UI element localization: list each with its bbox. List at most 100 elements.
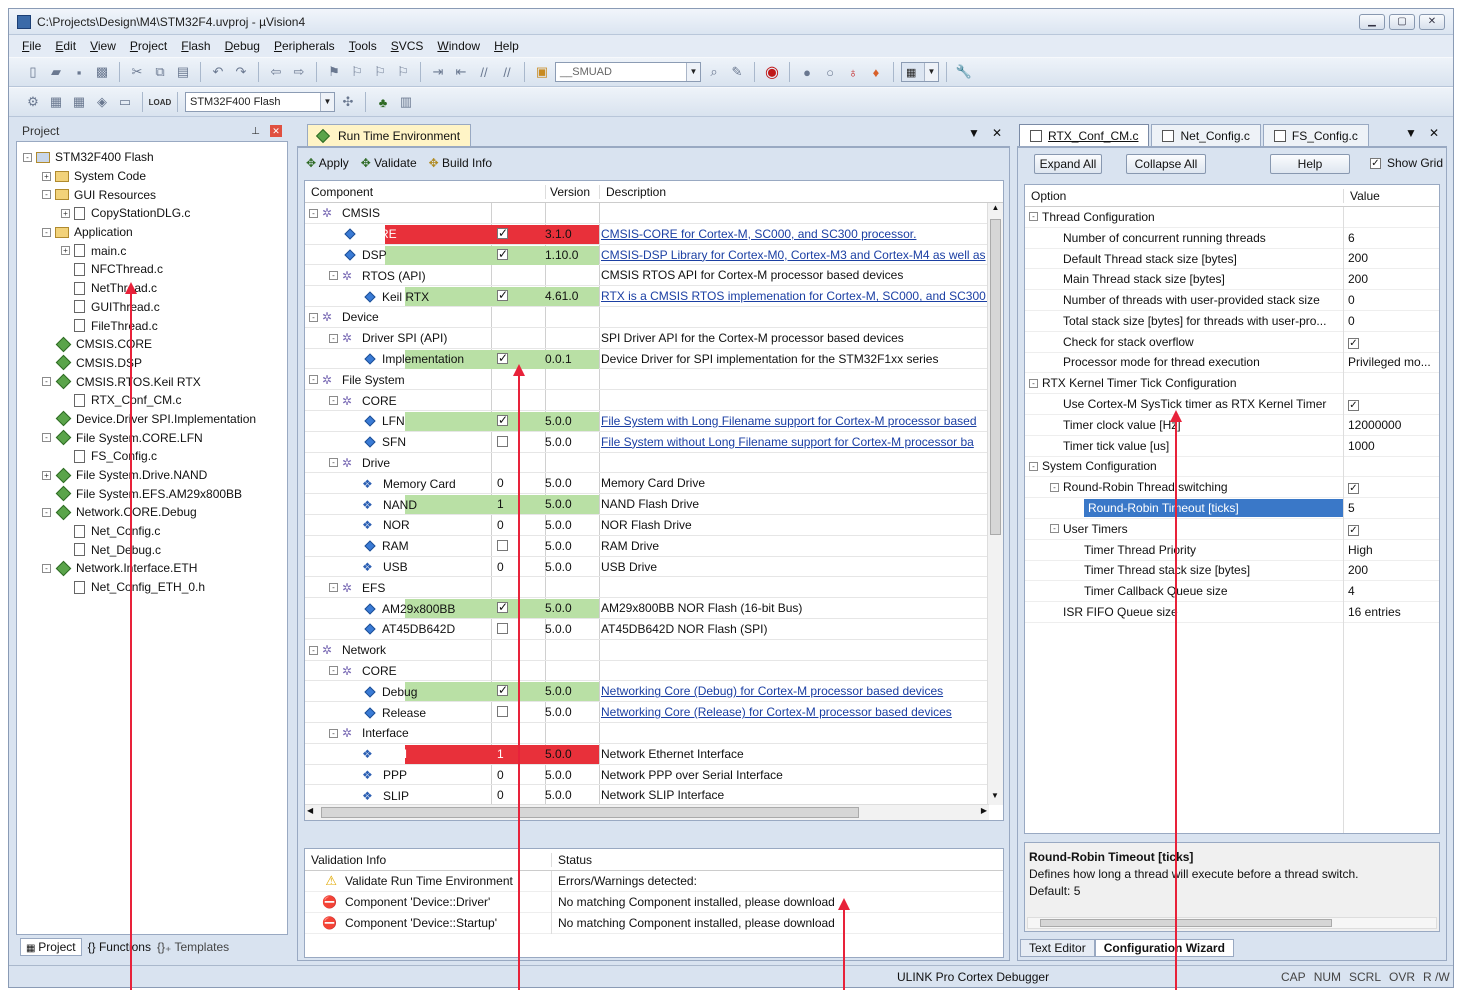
collapse-icon[interactable]: - (329, 271, 338, 281)
chevron-down-icon[interactable]: ▼ (1405, 126, 1417, 140)
rte-component-row[interactable]: Implementation (349, 349, 464, 370)
config-option-row[interactable]: Processor mode for thread execution Privi… (1025, 353, 1439, 374)
col-option[interactable]: Option (1025, 189, 1343, 203)
collapse-icon[interactable]: - (329, 458, 338, 468)
config-option-checkbox[interactable]: ✓ (1348, 483, 1359, 495)
collapse-icon[interactable]: - (309, 312, 318, 322)
scroll-hthumb[interactable] (1040, 919, 1332, 927)
project-tree-item[interactable]: NetThread.c (23, 279, 287, 298)
cut-icon[interactable]: ✂ (127, 62, 147, 82)
project-tree-item[interactable]: Net_Debug.c (23, 540, 287, 559)
col-validation-info[interactable]: Validation Info (305, 853, 551, 867)
rte-component-row[interactable]: - ✲ CORE (329, 661, 397, 682)
breakpoint-kill-all-icon[interactable]: ♦ (866, 62, 886, 82)
config-option-value[interactable]: 16 entries (1343, 605, 1439, 619)
collapse-icon[interactable]: - (329, 396, 338, 406)
close-icon[interactable]: ✕ (270, 125, 282, 137)
config-option-row[interactable]: Default Thread stack size [bytes] 200 (1025, 249, 1439, 270)
config-option-checkbox[interactable]: ✓ (1348, 337, 1359, 349)
config-option-value[interactable]: 5 (1343, 501, 1439, 515)
collapse-icon[interactable]: - (1050, 482, 1059, 492)
rte-component-row[interactable]: - ✲ EFS (329, 577, 385, 598)
target-select[interactable]: STM32F400 Flash ▼ (185, 92, 335, 112)
rte-component-row[interactable]: SFN (349, 432, 406, 453)
project-tree-item[interactable]: + File System.Drive.NAND (23, 466, 287, 485)
rte-component-row[interactable]: ❖ Memory Card (349, 473, 456, 494)
collapse-icon[interactable]: - (42, 377, 51, 387)
config-option-row[interactable]: Timer clock value [Hz] 12000000 (1025, 415, 1439, 436)
new-file-icon[interactable]: ▯ (23, 62, 43, 82)
show-grid-toggle[interactable]: ✓ Show Grid (1370, 156, 1443, 170)
menu-debug[interactable]: Debug (218, 39, 267, 53)
component-doc-link[interactable]: Networking Core (Release) for Cortex-M p… (601, 705, 987, 719)
rte-hscroll[interactable]: ◀ ▶ (305, 804, 989, 820)
config-option-row[interactable]: ISR FIFO Queue size 16 entries (1025, 602, 1439, 623)
config-option-row[interactable]: Check for stack overflow ✓ (1025, 332, 1439, 353)
component-doc-link[interactable]: File System without Long Filename suppor… (601, 435, 987, 449)
rte-component-row[interactable]: AM29x800BB (349, 598, 455, 619)
incremental-find-icon[interactable]: ✎ (727, 62, 747, 82)
rte-component-row[interactable]: - ✲ Driver SPI (API) (329, 328, 447, 349)
batch-build-icon[interactable]: ◈ (92, 92, 112, 112)
config-option-row[interactable]: - User Timers ✓ (1025, 519, 1439, 540)
chevron-down-icon[interactable]: ▼ (686, 63, 700, 81)
save-all-icon[interactable]: ▩ (92, 62, 112, 82)
translate-icon[interactable]: ⚙ (23, 92, 43, 112)
bookmark-prev-icon[interactable]: ⚐ (347, 62, 367, 82)
tab-text-editor[interactable]: Text Editor (1020, 939, 1095, 957)
config-option-value[interactable]: 200 (1343, 563, 1439, 577)
undo-icon[interactable]: ↶ (208, 62, 228, 82)
rte-component-row[interactable]: DSP (329, 245, 387, 266)
menu-edit[interactable]: Edit (48, 39, 83, 53)
config-option-row[interactable]: Total stack size [bytes] for threads wit… (1025, 311, 1439, 332)
scroll-thumb[interactable] (990, 219, 1001, 535)
rte-component-row[interactable]: ❖ ETH (349, 744, 407, 765)
menu-peripherals[interactable]: Peripherals (267, 39, 342, 53)
apply-button[interactable]: ✥ Apply (306, 156, 349, 170)
instance-count-field[interactable]: 0 (497, 788, 504, 802)
collapse-icon[interactable]: - (1029, 378, 1038, 388)
menu-flash[interactable]: Flash (174, 39, 217, 53)
scroll-right-icon[interactable]: ▶ (981, 806, 987, 815)
open-folder-icon[interactable]: ▰ (46, 62, 66, 82)
build-info-button[interactable]: ✥ Build Info (429, 156, 492, 170)
scroll-up-icon[interactable]: ▲ (988, 203, 1003, 217)
minimize-button[interactable]: ▁ (1359, 13, 1385, 30)
config-option-value[interactable]: 200 (1343, 251, 1439, 265)
project-tree-item[interactable]: - File System.CORE.LFN (23, 428, 287, 447)
expand-icon[interactable]: + (61, 208, 70, 218)
nav-back-icon[interactable]: ⇦ (266, 62, 286, 82)
config-option-row[interactable]: Timer Callback Queue size 4 (1025, 581, 1439, 603)
collapse-icon[interactable]: - (23, 152, 32, 162)
tab-net-config[interactable]: Net_Config.c (1151, 124, 1261, 146)
project-tree-item[interactable]: CMSIS.CORE (23, 335, 287, 354)
config-option-row[interactable]: - System Configuration (1025, 457, 1439, 478)
download-icon[interactable]: LOAD (149, 92, 172, 112)
config-option-row[interactable]: - Thread Configuration (1025, 207, 1439, 228)
rte-component-row[interactable]: - ✲ File System (309, 369, 405, 390)
component-select-checkbox[interactable]: ✓ (497, 414, 508, 426)
component-select-checkbox[interactable]: ✓ (497, 248, 508, 260)
config-option-row[interactable]: Timer Thread stack size [bytes] 200 (1025, 561, 1439, 582)
validation-row[interactable]: ⛔ Component 'Device::Startup' No matching … (305, 912, 1003, 934)
tab-functions[interactable]: {} Functions (88, 940, 151, 954)
tab-rtx-conf[interactable]: RTX_Conf_CM.c (1019, 124, 1150, 146)
chevron-down-icon[interactable]: ▼ (320, 93, 334, 111)
stop-build-icon[interactable]: ▭ (115, 92, 135, 112)
menu-project[interactable]: Project (123, 39, 174, 53)
instance-count-field[interactable]: 0 (497, 476, 504, 490)
rte-component-row[interactable]: RAM (349, 536, 409, 557)
config-option-row[interactable]: Number of concurrent running threads 6 (1025, 228, 1439, 249)
rte-component-row[interactable]: ❖ NOR (349, 515, 410, 536)
paste-icon[interactable]: ▤ (173, 62, 193, 82)
component-select-checkbox[interactable] (497, 539, 508, 551)
collapse-icon[interactable]: - (329, 666, 338, 676)
rte-component-row[interactable]: AT45DB642D (349, 619, 455, 640)
project-tree-item[interactable]: + CopyStationDLG.c (23, 204, 287, 223)
manage-rte-icon[interactable]: ♣ (373, 92, 393, 112)
bookmark-next-icon[interactable]: ⚐ (370, 62, 390, 82)
collapse-icon[interactable]: - (309, 375, 318, 385)
col-component[interactable]: Component (305, 185, 545, 199)
project-tree-item[interactable]: - Network.Interface.ETH (23, 559, 287, 578)
unindent-icon[interactable]: ⇤ (451, 62, 471, 82)
